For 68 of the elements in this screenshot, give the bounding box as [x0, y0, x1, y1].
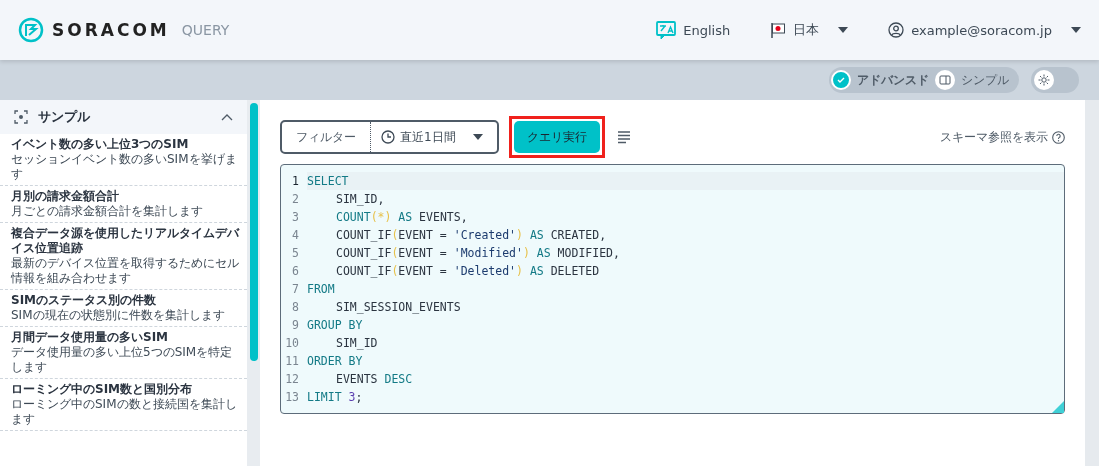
line-number: 7	[291, 282, 300, 296]
sample-title: ローミング中のSIM数と国別分布	[11, 382, 194, 397]
schema-link[interactable]: スキーマ参照を表示	[940, 129, 1048, 145]
translate-icon	[656, 20, 677, 40]
product-name: QUERY	[181, 22, 230, 38]
code-line: GROUP BY	[307, 317, 364, 334]
sample-icon	[14, 110, 28, 124]
line-number: 13	[284, 390, 300, 404]
theme-toggle[interactable]	[1031, 67, 1079, 93]
line-number: 10	[284, 336, 300, 350]
resize-handle[interactable]	[1052, 401, 1064, 413]
sun-icon	[1038, 74, 1050, 86]
line-number: 5	[291, 246, 300, 260]
region-selector[interactable]: 日本	[793, 21, 820, 39]
line-number: 4	[291, 228, 300, 242]
code-line: SIM_ID	[335, 335, 379, 352]
mode-toggle[interactable]: アドバンスド シンプル	[829, 67, 1019, 93]
language-link[interactable]: English	[683, 22, 731, 38]
code-line: COUNT(*) AS EVENTS,	[335, 209, 469, 226]
run-query-button[interactable]: クエリ実行	[513, 121, 600, 153]
sample-title: SIMのステータス別の件数	[11, 293, 158, 308]
mode-option[interactable]: シンプル	[961, 72, 1009, 88]
collapse-icon[interactable]	[221, 113, 233, 121]
sample-description: ローミング中のSIMの数と接続国を集計します	[11, 397, 238, 427]
sample-title: 月間データ使用量の多いSIM	[11, 330, 170, 345]
code-line: EVENTS DESC	[335, 371, 414, 388]
user-icon	[888, 22, 905, 38]
brand-name: SORACOM	[52, 20, 170, 40]
scrollbar-thumb[interactable]	[249, 103, 258, 361]
caret-icon[interactable]	[838, 27, 849, 33]
sample-description: 最新のデバイス位置を取得するためにセル情報を組み合わせます	[11, 256, 240, 286]
code-line: ORDER BY	[307, 353, 364, 370]
code-editor[interactable]	[280, 164, 1065, 414]
sample-description: セッションイベント数の多いSIMを挙げます	[11, 152, 238, 182]
sample-title: 複合データ源を使用したリアルタイムデバイス位置追跡	[11, 226, 241, 256]
clock-icon	[381, 130, 395, 144]
caret-icon[interactable]	[1071, 27, 1081, 33]
code-line: SIM_SESSION_EVENTS	[335, 299, 462, 316]
line-number: 2	[291, 192, 300, 206]
flag-icon	[770, 22, 787, 38]
help-icon[interactable]	[1052, 130, 1065, 144]
line-number: 8	[291, 300, 300, 314]
account-menu[interactable]: example@soracom.jp	[911, 22, 1052, 38]
line-number: 6	[291, 264, 300, 278]
sample-description: 月ごとの請求金額合計を集計します	[11, 204, 204, 219]
code-line: FROM	[307, 281, 336, 298]
mode-option[interactable]: アドバンスド	[857, 72, 929, 88]
line-number: 12	[284, 372, 300, 386]
line-number: 11	[284, 354, 300, 368]
code-line: COUNT_IF(EVENT = 'Modified') AS MODIFIED,	[335, 245, 621, 262]
code-line: SIM_ID,	[335, 191, 386, 208]
line-number: 3	[291, 210, 300, 224]
code-line: COUNT_IF(EVENT = 'Created') AS CREATED,	[335, 227, 608, 244]
code-line: LIMIT 3;	[307, 389, 364, 406]
sample-description: SIMの現在の状態別に件数を集計します	[11, 308, 226, 323]
sample-title: 月別の請求金額合計	[11, 189, 120, 204]
panel-icon	[939, 75, 951, 85]
sidebar-header[interactable]: サンプル	[0, 100, 247, 134]
check-icon	[836, 75, 846, 85]
filter-control[interactable]: フィルター 直近1日間	[280, 120, 499, 154]
line-number: 9	[291, 318, 300, 332]
sample-description: データ使用量の多い上位5つのSIMを特定します	[11, 345, 234, 375]
logo-icon	[18, 17, 44, 43]
sample-title: イベント数の多い上位3つのSIM	[11, 137, 190, 152]
code-line: COUNT_IF(EVENT = 'Deleted') AS DELETED	[335, 263, 601, 280]
list-icon[interactable]	[616, 130, 631, 144]
sidebar-title: サンプル	[38, 108, 91, 126]
line-number: 1	[291, 174, 300, 188]
